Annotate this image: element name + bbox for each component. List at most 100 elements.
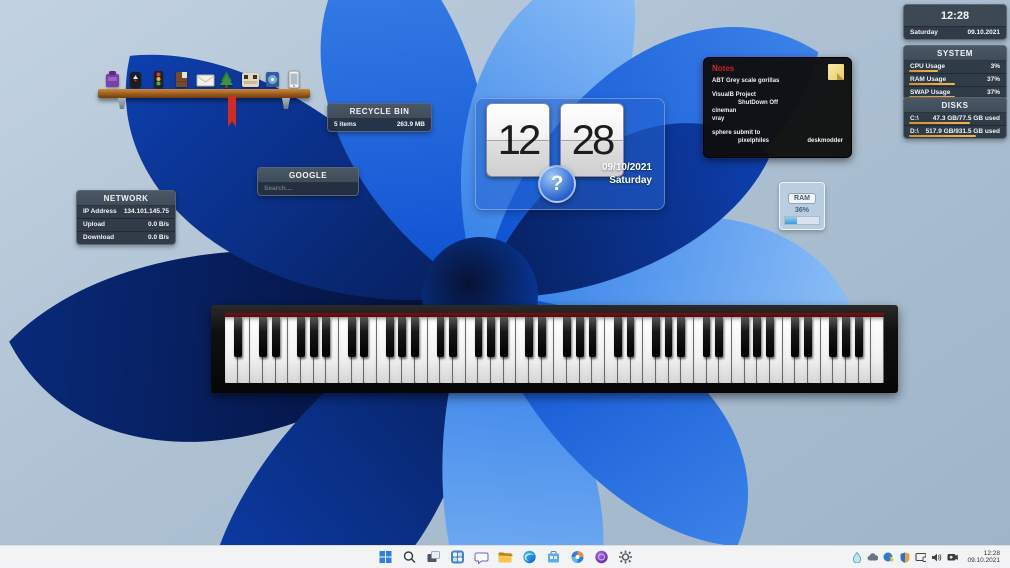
widgets-icon[interactable] xyxy=(450,550,465,565)
envelope-icon[interactable] xyxy=(196,69,214,89)
piano-black-key[interactable] xyxy=(804,317,812,357)
piano-black-key[interactable] xyxy=(791,317,800,357)
piano-black-key[interactable] xyxy=(715,317,724,357)
piano-black-key[interactable] xyxy=(436,317,445,357)
system-row-cpu: CPU Usage 3% xyxy=(904,61,1006,74)
piano-black-key[interactable] xyxy=(842,317,850,357)
film-cassette-icon[interactable] xyxy=(241,69,260,89)
red-ribbon xyxy=(228,96,236,127)
recycle-bin-size: 263.9 MB xyxy=(396,121,425,128)
piano-black-key[interactable] xyxy=(398,317,407,357)
clock-day: Saturday xyxy=(910,29,938,36)
piano-black-key[interactable] xyxy=(575,317,584,357)
note-line: sphere submit to xyxy=(712,130,761,136)
security-alert-icon[interactable] xyxy=(883,552,895,563)
piano-black-key[interactable] xyxy=(702,317,711,357)
piano-black-key[interactable] xyxy=(233,317,242,357)
clock-widget[interactable]: 12:28 Saturday 09.10.2021 xyxy=(903,4,1007,40)
settings-icon[interactable] xyxy=(618,550,633,565)
notes-widget[interactable]: Notes ABT Grey scale gorillas VisualB Pr… xyxy=(703,57,852,158)
brown-book-icon[interactable] xyxy=(173,69,190,89)
tray-clock[interactable]: 12:28 09.10.2021 xyxy=(967,550,1000,565)
piano-black-key[interactable] xyxy=(740,317,749,357)
volume-icon[interactable] xyxy=(931,552,942,563)
disk-row-c: C:\ 47.3 GB/77.5 GB used xyxy=(904,113,1006,126)
clock-date: 09.10.2021 xyxy=(967,29,1000,36)
camera-icon[interactable] xyxy=(947,552,959,563)
piano-black-key[interactable] xyxy=(499,317,508,357)
piano-black-key[interactable] xyxy=(449,317,458,357)
piano-black-key[interactable] xyxy=(563,317,572,357)
taskbar: 12:28 09.10.2021 xyxy=(0,545,1010,568)
piano-black-key[interactable] xyxy=(753,317,762,357)
traffic-light-icon[interactable] xyxy=(150,69,167,89)
shelf-board xyxy=(98,89,310,98)
piano-black-key[interactable] xyxy=(854,317,863,357)
piano-black-key[interactable] xyxy=(360,317,369,357)
disks-widget[interactable]: DISKS C:\ 47.3 GB/77.5 GB used D:\ 517.9… xyxy=(903,97,1007,139)
suit-figure-icon[interactable] xyxy=(127,69,144,89)
piano-black-key[interactable] xyxy=(766,317,774,357)
tree-icon[interactable] xyxy=(218,69,235,89)
tray-date: 09.10.2021 xyxy=(967,557,1000,564)
purple-case-icon[interactable] xyxy=(104,69,121,89)
piano-black-key[interactable] xyxy=(309,317,318,357)
piano-black-key[interactable] xyxy=(613,317,622,357)
piano-black-key[interactable] xyxy=(259,317,267,357)
piano-black-key[interactable] xyxy=(651,317,660,357)
piano-black-key[interactable] xyxy=(411,317,419,357)
ram-widget[interactable]: RAM 36% xyxy=(779,182,825,230)
file-explorer-icon[interactable] xyxy=(498,550,513,565)
note-line: ABT Grey scale gorillas xyxy=(712,78,780,84)
piano-white-key[interactable] xyxy=(871,317,884,383)
sticky-note-icon[interactable] xyxy=(828,64,844,80)
piano-black-key[interactable] xyxy=(677,317,686,357)
piano-black-key[interactable] xyxy=(829,317,838,357)
shelf-bracket-left xyxy=(118,98,126,109)
start-icon[interactable] xyxy=(378,550,393,565)
piano-black-key[interactable] xyxy=(525,317,534,357)
film-reel-icon[interactable] xyxy=(264,69,281,89)
piano-black-key[interactable] xyxy=(588,317,597,357)
piano-black-key[interactable] xyxy=(626,317,635,357)
system-widget[interactable]: SYSTEM CPU Usage 3% RAM Usage 37% SWAP U… xyxy=(903,45,1007,100)
google-search-input[interactable] xyxy=(264,185,352,192)
search-icon[interactable] xyxy=(402,550,417,565)
media-app-icon[interactable] xyxy=(594,550,609,565)
piano-black-key[interactable] xyxy=(322,317,331,357)
desktop: RECYCLE BIN 5 items 263.9 MB GOOGLE NETW… xyxy=(0,0,1010,568)
recycle-bin-title: RECYCLE BIN xyxy=(328,104,431,119)
recycle-bin-widget[interactable]: RECYCLE BIN 5 items 263.9 MB xyxy=(327,103,432,132)
onedrive-cloud-icon[interactable] xyxy=(867,552,879,563)
help-question-icon[interactable]: ? xyxy=(538,165,576,203)
task-view-icon[interactable] xyxy=(426,550,441,565)
system-tray: 12:28 09.10.2021 xyxy=(851,550,1000,565)
google-search-widget[interactable]: GOOGLE xyxy=(257,167,359,196)
chat-icon[interactable] xyxy=(474,550,489,565)
ram-bar-track xyxy=(784,216,820,225)
smartphone-icon[interactable] xyxy=(287,69,304,89)
piano-black-key[interactable] xyxy=(664,317,673,357)
disk-row-d: D:\ 517.9 GB/931.5 GB used xyxy=(909,128,1000,137)
display-icon[interactable] xyxy=(915,552,927,563)
flip-clock-date: 09/10/2021 xyxy=(601,162,652,173)
piano-black-key[interactable] xyxy=(297,317,305,357)
flip-clock-widget[interactable]: 12 28 09/10/2021 Saturday ? xyxy=(475,98,665,210)
piano-black-key[interactable] xyxy=(487,317,496,357)
hours-digits: 12 xyxy=(497,116,542,163)
defender-icon[interactable] xyxy=(899,552,910,563)
rainmeter-drop-icon[interactable] xyxy=(851,551,862,563)
flip-clock-day: Saturday xyxy=(609,175,652,186)
piano-black-key[interactable] xyxy=(474,317,483,357)
photos-icon[interactable] xyxy=(570,550,585,565)
edge-icon[interactable] xyxy=(522,550,537,565)
disks-title: DISKS xyxy=(904,98,1006,113)
piano-black-key[interactable] xyxy=(385,317,394,357)
piano-keys xyxy=(225,317,884,383)
store-icon[interactable] xyxy=(546,550,561,565)
piano-black-key[interactable] xyxy=(347,317,356,357)
network-widget[interactable]: NETWORK IP Address 134.101.145.75 Upload… xyxy=(76,190,176,245)
piano-black-key[interactable] xyxy=(537,317,546,357)
piano-black-key[interactable] xyxy=(271,317,280,357)
piano-widget[interactable] xyxy=(211,305,898,393)
